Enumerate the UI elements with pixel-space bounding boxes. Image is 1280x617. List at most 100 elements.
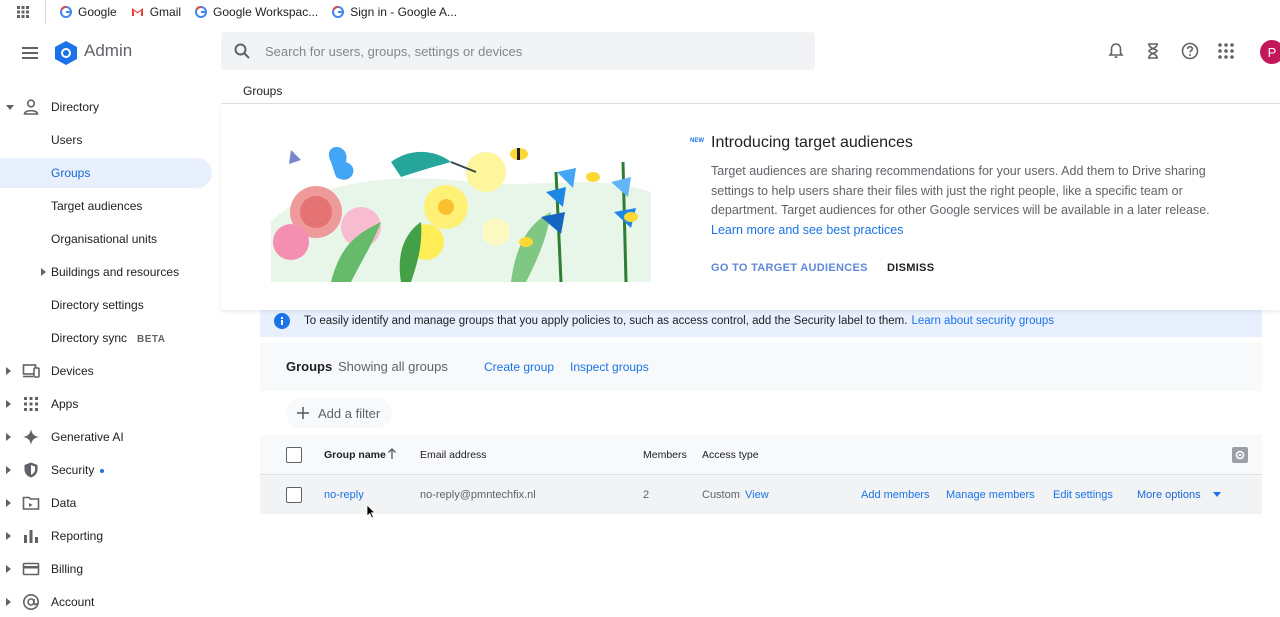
more-options-label: More options — [1137, 489, 1201, 501]
bookmark-label: Google Workspac... — [213, 5, 319, 19]
sidebar-item-data[interactable]: Data — [0, 488, 212, 518]
plus-icon — [297, 407, 309, 419]
account-avatar[interactable]: P — [1260, 40, 1280, 64]
bookmark-gmail[interactable]: Gmail — [131, 5, 181, 19]
edit-settings-link[interactable]: Edit settings — [1053, 489, 1113, 501]
sidebar-item-label: Target audiences — [51, 199, 143, 213]
group-name-link[interactable]: no-reply — [324, 489, 364, 501]
column-header-group-name[interactable]: Group name — [324, 449, 386, 461]
add-members-link[interactable]: Add members — [861, 489, 929, 501]
sidebar-item-label: Groups — [51, 166, 91, 180]
apps-icon — [22, 395, 40, 413]
sidebar-item-apps[interactable]: Apps — [0, 389, 212, 419]
bookmarks-bar: Google Gmail Google Workspac... Sign in … — [0, 0, 1280, 24]
new-badge: NEW — [690, 138, 704, 144]
create-group-link[interactable]: Create group — [484, 360, 554, 374]
select-all-checkbox[interactable] — [286, 447, 302, 463]
chevron-right-icon — [6, 400, 11, 408]
breadcrumb-bar: Groups — [221, 80, 1280, 104]
bookmark-google-workspace[interactable]: Google Workspac... — [195, 5, 318, 19]
sidebar-item-account[interactable]: Account — [0, 587, 212, 617]
gmail-icon — [131, 8, 143, 16]
admin-logo-icon[interactable] — [53, 40, 79, 66]
sidebar-item-directory-settings[interactable]: Directory settings — [0, 290, 212, 320]
manage-members-link[interactable]: Manage members — [946, 489, 1035, 501]
sidebar-item-label: Directory sync — [51, 331, 128, 345]
bookmark-sign-in[interactable]: Sign in - Google A... — [332, 5, 457, 19]
sidebar-item-label-wrap: Security — [51, 463, 105, 477]
sidebar-item-label: Generative AI — [51, 430, 124, 444]
sidebar-item-users[interactable]: Users — [0, 125, 212, 155]
column-header-email[interactable]: Email address — [420, 449, 487, 461]
dismiss-button[interactable]: DISMISS — [887, 262, 934, 274]
more-options-dropdown[interactable]: More options — [1137, 489, 1201, 501]
table-header: Group name Email address Members Access … — [260, 435, 1262, 475]
search-icon — [233, 42, 251, 60]
caret-down-icon[interactable] — [1213, 492, 1221, 497]
sidebar-item-buildings-and-resources[interactable]: Buildings and resources — [0, 257, 212, 287]
column-header-access-type[interactable]: Access type — [702, 449, 759, 461]
breadcrumb[interactable]: Groups — [243, 84, 282, 98]
bookmark-label: Gmail — [149, 5, 182, 19]
bookmark-google[interactable]: Google — [60, 5, 117, 19]
sidebar-item-label: Directory settings — [51, 298, 144, 312]
notification-dot — [100, 468, 105, 473]
group-email: no-reply@pmntechfix.nl — [420, 489, 536, 501]
beta-badge: BETA — [137, 334, 166, 345]
sidebar-item-generative-ai[interactable]: Generative AI — [0, 422, 212, 452]
chevron-right-icon — [6, 433, 11, 441]
panel-title: Groups — [286, 359, 333, 374]
row-checkbox[interactable] — [286, 487, 302, 503]
info-banner-text: To easily identify and manage groups tha… — [304, 315, 908, 327]
view-access-link[interactable]: View — [745, 489, 769, 501]
sidebar-item-label: Security — [51, 463, 95, 477]
bookmark-label: Google — [78, 5, 117, 19]
chevron-right-icon — [6, 532, 11, 540]
group-access-type: Custom — [702, 489, 740, 501]
header-actions — [1106, 41, 1235, 61]
sidebar-item-billing[interactable]: Billing — [0, 554, 212, 584]
column-header-members[interactable]: Members — [643, 449, 687, 461]
sidebar-item-label: Organisational units — [51, 232, 158, 246]
chevron-down-icon — [6, 105, 14, 110]
sidebar-item-label-wrap: Directory sync BETA — [51, 331, 166, 345]
learn-about-security-groups-link[interactable]: Learn about security groups — [911, 315, 1054, 327]
add-filter-button[interactable]: Add a filter — [286, 398, 393, 428]
go-to-target-audiences-button[interactable]: GO TO TARGET AUDIENCES — [711, 262, 868, 274]
search-input[interactable] — [265, 43, 785, 59]
google-g-icon — [195, 6, 208, 18]
at-sign-icon — [22, 593, 40, 611]
sidebar-item-directory[interactable]: Directory — [0, 92, 212, 122]
help-icon[interactable] — [1180, 41, 1200, 61]
main-menu-icon[interactable] — [18, 41, 42, 65]
sidebar-item-reporting[interactable]: Reporting — [0, 521, 212, 551]
sidebar-item-groups[interactable]: Groups — [0, 158, 212, 188]
sidebar-item-directory-sync[interactable]: Directory sync BETA — [0, 323, 212, 353]
apps-grid-icon[interactable] — [0, 0, 46, 24]
sidebar-item-security[interactable]: Security — [0, 455, 212, 485]
sidebar-item-organisational-units[interactable]: Organisational units — [0, 224, 212, 254]
table-settings-gear-icon[interactable] — [1232, 447, 1248, 463]
app-title[interactable]: Admin — [84, 41, 132, 61]
table-row[interactable]: no-reply no-reply@pmntechfix.nl 2 Custom… — [260, 476, 1262, 514]
bar-chart-icon — [22, 527, 40, 545]
sidebar-item-label: Apps — [51, 397, 79, 411]
mouse-cursor-icon — [366, 504, 376, 519]
learn-more-best-practices-link[interactable]: Learn more and see best practices — [711, 223, 903, 237]
group-members-count: 2 — [643, 489, 650, 501]
chevron-right-icon — [6, 598, 11, 606]
inspect-groups-link[interactable]: Inspect groups — [570, 360, 649, 374]
folder-icon — [22, 494, 40, 512]
chevron-right-icon — [41, 268, 46, 276]
sort-ascending-arrow-icon[interactable] — [387, 448, 397, 460]
google-apps-grid-icon[interactable] — [1217, 42, 1235, 60]
search-bar[interactable] — [221, 32, 815, 70]
promo-title: Introducing target audiences — [711, 134, 913, 151]
hourglass-tasks-icon[interactable] — [1143, 41, 1163, 61]
sparkle-icon — [22, 428, 40, 446]
sidebar-item-devices[interactable]: Devices — [0, 356, 212, 386]
sidebar-item-label: Data — [51, 496, 77, 510]
sidebar-item-label: Devices — [51, 364, 94, 378]
notifications-bell-icon[interactable] — [1106, 41, 1126, 61]
sidebar-item-target-audiences[interactable]: Target audiences — [0, 191, 212, 221]
